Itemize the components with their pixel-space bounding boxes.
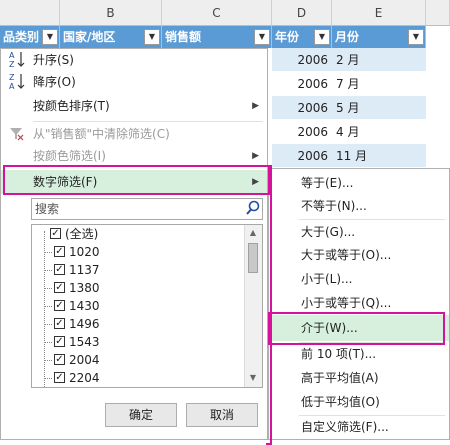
menu-divider — [33, 121, 263, 122]
callout-number-filters — [3, 165, 270, 195]
clear-filter-label: 从"销售额"中清除筛选(C) — [33, 127, 170, 141]
svg-text:A: A — [9, 51, 15, 60]
filter-button-sales[interactable]: ▼ — [254, 29, 270, 45]
scroll-up-icon[interactable]: ▲ — [245, 226, 261, 240]
list-scrollbar[interactable]: ▲ ▼ — [244, 225, 262, 387]
list-item-label: 1020 — [69, 245, 100, 259]
month-cell[interactable]: 2 月 — [332, 48, 426, 72]
list-item-label: 1496 — [69, 317, 100, 331]
checkbox[interactable]: ✓ — [54, 264, 65, 275]
submenu-item-below-average[interactable]: 低于平均值(O) — [269, 391, 449, 413]
month-cell[interactable]: 7 月 — [332, 72, 426, 96]
year-cell[interactable]: 2006 — [272, 48, 332, 72]
svg-text:Z: Z — [9, 73, 15, 82]
year-cell[interactable]: 2006 — [272, 96, 332, 120]
menu-divider — [299, 219, 445, 220]
checkbox[interactable]: ✓ — [54, 246, 65, 257]
column-header-a[interactable] — [0, 0, 60, 26]
month-cell[interactable]: 4 月 — [332, 120, 426, 144]
submenu-item-less[interactable]: 小于(L)... — [269, 268, 449, 290]
month-cell[interactable]: 5 月 — [332, 96, 426, 120]
year-cell[interactable]: 2006 — [272, 72, 332, 96]
list-item-label: (全选) — [65, 227, 99, 241]
filter-button-category[interactable]: ▼ — [42, 29, 58, 45]
tree-line — [44, 288, 52, 289]
filter-by-color-item[interactable]: 按颜色筛选(I) ▶ — [1, 145, 267, 167]
chevron-right-icon: ▶ — [252, 151, 259, 161]
checkbox[interactable]: ✓ — [54, 282, 65, 293]
submenu-item-less-equal[interactable]: 小于或等于(Q)... — [269, 292, 449, 314]
values-listbox[interactable]: ✓ (全选) ✓ 1020 ✓ 1137 ✓ 1380 ✓ 1430 ✓ 1496 ✓ 154… — [31, 224, 263, 388]
number-filters-submenu: 等于(E)... 不等于(N)... 大于(G)... 大于或等于(O)... … — [268, 168, 450, 440]
search-input[interactable]: 搜索 — [31, 198, 263, 220]
tree-line — [44, 231, 45, 387]
column-header-e[interactable]: E — [332, 0, 426, 26]
tree-line — [44, 252, 52, 253]
tree-line — [44, 378, 52, 379]
submenu-item-top10[interactable]: 前 10 项(T)... — [269, 343, 449, 365]
sort-ascending-item[interactable]: AZ 升序(S) — [1, 49, 267, 71]
search-icon[interactable] — [245, 200, 261, 216]
list-item-label: 1543 — [69, 335, 100, 349]
column-header-f[interactable] — [426, 0, 450, 26]
filter-button-month[interactable]: ▼ — [408, 29, 424, 45]
tree-line — [44, 324, 52, 325]
list-item-label: 2284 — [69, 387, 100, 388]
ok-button[interactable]: 确定 — [105, 403, 177, 427]
column-header-d[interactable]: D — [272, 0, 332, 26]
submenu-item-greater[interactable]: 大于(G)... — [269, 221, 449, 243]
month-cell[interactable]: 11 月 — [332, 144, 426, 168]
callout-submenu-connector — [266, 165, 272, 445]
submenu-item-greater-equal[interactable]: 大于或等于(O)... — [269, 244, 449, 266]
scroll-down-icon[interactable]: ▼ — [245, 371, 261, 385]
checkbox[interactable]: ✓ — [50, 228, 61, 239]
cancel-button[interactable]: 取消 — [186, 403, 258, 427]
submenu-item-above-average[interactable]: 高于平均值(A) — [269, 367, 449, 389]
checkbox[interactable]: ✓ — [54, 372, 65, 383]
sort-ascending-label: 升序(S) — [33, 53, 74, 67]
sort-descending-label: 降序(O) — [33, 75, 76, 89]
scroll-thumb[interactable] — [248, 243, 258, 273]
chevron-right-icon: ▶ — [252, 101, 259, 111]
tree-line — [44, 342, 52, 343]
list-item-label: 2004 — [69, 353, 100, 367]
submenu-item-not-equal[interactable]: 不等于(N)... — [269, 195, 449, 217]
list-item-label: 1137 — [69, 263, 100, 277]
list-item-label: 2204 — [69, 371, 100, 385]
submenu-item-custom[interactable]: 自定义筛选(F)... — [269, 416, 449, 438]
svg-text:A: A — [9, 82, 15, 91]
year-cell[interactable]: 2006 — [272, 120, 332, 144]
column-header-b[interactable]: B — [60, 0, 162, 26]
list-item-label: 1430 — [69, 299, 100, 313]
year-cell[interactable]: 2006 — [272, 144, 332, 168]
list-item-label: 1380 — [69, 281, 100, 295]
tree-line — [44, 360, 52, 361]
sort-by-color-label: 按颜色排序(T) — [33, 99, 110, 113]
checkbox[interactable]: ✓ — [54, 336, 65, 347]
tree-line — [44, 306, 52, 307]
checkbox[interactable]: ✓ — [54, 354, 65, 365]
filter-button-year[interactable]: ▼ — [314, 29, 330, 45]
filter-by-color-label: 按颜色筛选(I) — [33, 149, 106, 163]
svg-text:Z: Z — [9, 60, 15, 69]
sort-descending-icon: ZA — [7, 71, 27, 98]
clear-filter-item[interactable]: 从"销售额"中清除筛选(C) — [1, 123, 267, 145]
callout-between — [268, 312, 445, 345]
tree-line — [44, 270, 52, 271]
sort-by-color-item[interactable]: 按颜色排序(T) ▶ — [1, 95, 267, 117]
filter-button-country[interactable]: ▼ — [144, 29, 160, 45]
submenu-item-equals[interactable]: 等于(E)... — [269, 172, 449, 194]
sort-descending-item[interactable]: ZA 降序(O) — [1, 71, 267, 93]
column-header-c[interactable]: C — [162, 0, 272, 26]
checkbox[interactable]: ✓ — [54, 318, 65, 329]
checkbox[interactable]: ✓ — [54, 300, 65, 311]
